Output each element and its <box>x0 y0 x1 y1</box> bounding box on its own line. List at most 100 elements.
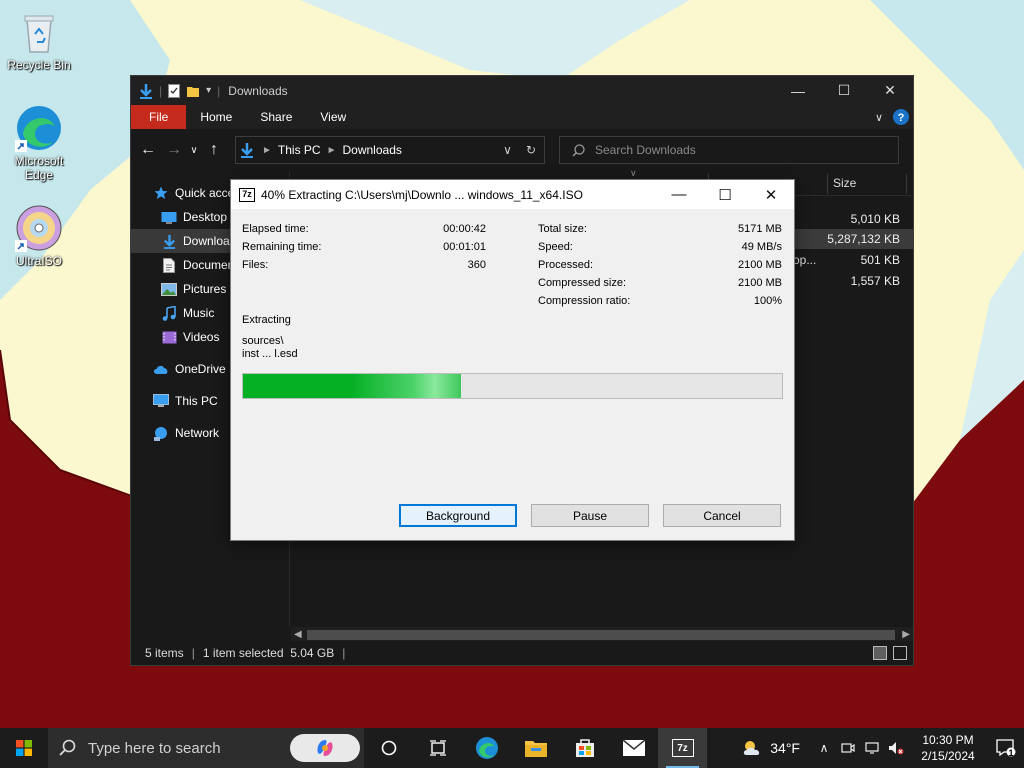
refresh-icon[interactable]: ↻ <box>526 143 536 157</box>
scrollbar-thumb[interactable] <box>307 630 895 640</box>
taskbar-mail-button[interactable] <box>609 728 658 768</box>
svg-text:?: ? <box>898 112 905 124</box>
taskbar: Type here to search 7z 34°F ∧ 10:30 PM 2… <box>0 728 1024 768</box>
file-size: 5,010 KB <box>850 212 900 226</box>
background-button[interactable]: Background <box>399 504 517 527</box>
desktop-icon-microsoft-edge[interactable]: Microsoft Edge <box>4 104 74 182</box>
column-divider <box>906 174 907 194</box>
cloud-icon <box>153 361 169 377</box>
dialog-minimize-button[interactable]: — <box>656 180 702 209</box>
desktop-icon-ultraiso[interactable]: UltraISO <box>4 204 74 268</box>
desktop-folder-icon <box>161 209 177 225</box>
download-arrow-icon <box>241 143 253 158</box>
file-explorer-icon <box>524 741 547 757</box>
nav-item-label: This PC <box>175 394 218 408</box>
copilot-button[interactable] <box>290 734 360 762</box>
recent-locations-button[interactable]: ∨ <box>187 137 201 163</box>
details-view-icon[interactable] <box>873 646 887 660</box>
item-count: 5 items <box>145 646 184 660</box>
show-hidden-icons-button[interactable]: ∧ <box>812 741 836 755</box>
elapsed-time-label: Elapsed time: <box>242 223 309 235</box>
back-button[interactable]: ← <box>135 137 161 163</box>
speed-value: 49 MB/s <box>741 241 782 253</box>
dialog-close-button[interactable]: ✕ <box>748 180 794 209</box>
address-history-icon[interactable]: ∨ <box>503 143 512 157</box>
search-box[interactable] <box>559 136 899 164</box>
up-button[interactable]: ↑ <box>201 137 227 163</box>
minimize-button[interactable]: — <box>775 76 821 105</box>
pictures-icon <box>161 281 177 297</box>
processed-value: 2100 MB <box>737 259 782 271</box>
dialog-title: 40% Extracting C:\Users\mj\Downlo ... wi… <box>261 187 583 202</box>
explorer-titlebar[interactable]: | ▾ | Downloads — ☐ ✕ <box>131 76 913 105</box>
operation-label: Extracting <box>242 314 291 326</box>
taskbar-file-explorer-button[interactable] <box>511 728 560 768</box>
mail-icon <box>622 739 645 756</box>
files-label: Files: <box>242 259 269 271</box>
help-icon[interactable]: ? <box>893 109 909 125</box>
tab-share[interactable]: Share <box>246 105 306 129</box>
column-header-size[interactable]: Size <box>833 176 856 190</box>
computer-icon <box>153 393 169 409</box>
system-tray: 34°F ∧ 10:30 PM 2/15/2024 1 <box>732 728 1024 768</box>
maximize-button[interactable]: ☐ <box>821 76 867 105</box>
address-bar[interactable]: ► This PC ► Downloads ∨ ↻ <box>235 136 545 164</box>
search-input[interactable] <box>595 143 875 157</box>
file-size: 1,557 KB <box>850 274 900 288</box>
notification-center-button[interactable]: 1 <box>988 739 1024 758</box>
search-icon <box>59 739 76 756</box>
elapsed-time-value: 00:00:42 <box>443 223 486 235</box>
weather-widget[interactable]: 34°F <box>732 738 812 758</box>
properties-icon[interactable] <box>168 83 181 98</box>
desktop-icon-recycle-bin[interactable]: Recycle Bin <box>4 8 74 72</box>
chevron-right-icon: ► <box>326 144 337 156</box>
taskbar-store-button[interactable] <box>560 728 609 768</box>
breadcrumb-this-pc[interactable]: This PC <box>278 143 321 157</box>
task-view-button[interactable] <box>364 728 413 768</box>
cancel-button[interactable]: Cancel <box>663 504 781 527</box>
widgets-button[interactable] <box>413 728 462 768</box>
7zip-icon: 7z <box>239 187 255 202</box>
tab-file[interactable]: File <box>131 105 187 129</box>
network-icon[interactable] <box>860 742 884 754</box>
taskbar-edge-button[interactable] <box>462 728 511 768</box>
breadcrumb-downloads[interactable]: Downloads <box>343 143 402 157</box>
compressed-size-value: 2100 MB <box>737 277 782 289</box>
start-button[interactable] <box>0 728 48 768</box>
nav-item-label: Pictures <box>183 282 227 296</box>
extraction-progress-bar <box>242 373 783 399</box>
speaker-muted-icon[interactable] <box>884 741 908 755</box>
taskbar-7zip-button[interactable]: 7z <box>658 728 707 768</box>
partly-cloudy-icon <box>744 741 760 755</box>
expand-ribbon-icon[interactable]: ∨ <box>875 111 883 124</box>
dialog-maximize-button[interactable]: ☐ <box>702 180 748 209</box>
quick-access-toolbar: | ▾ | <box>131 83 220 99</box>
tab-home[interactable]: Home <box>186 105 246 129</box>
camera-icon[interactable] <box>836 742 860 754</box>
large-icons-view-icon[interactable] <box>893 646 907 660</box>
close-button[interactable]: ✕ <box>867 76 913 105</box>
customize-toolbar-icon[interactable]: ▾ <box>206 85 211 96</box>
copilot-icon <box>317 740 333 756</box>
new-folder-icon[interactable] <box>186 84 200 98</box>
remaining-time-value: 00:01:01 <box>443 241 486 253</box>
pause-button[interactable]: Pause <box>531 504 649 527</box>
forward-button[interactable]: → <box>161 137 187 163</box>
taskbar-search-box[interactable]: Type here to search <box>48 728 364 768</box>
column-divider-icon: ∨ <box>630 168 637 178</box>
videos-icon <box>161 329 177 345</box>
file-name: op... <box>793 253 817 267</box>
extraction-progress-dialog: 7z 40% Extracting C:\Users\mj\Downlo ...… <box>230 179 795 541</box>
scroll-left-icon[interactable]: ◀ <box>294 629 302 640</box>
ultraiso-icon <box>15 204 63 252</box>
chevron-right-icon: ► <box>262 144 272 156</box>
dialog-titlebar[interactable]: 7z 40% Extracting C:\Users\mj\Downlo ...… <box>231 180 794 209</box>
processed-label: Processed: <box>538 259 594 271</box>
files-value: 360 <box>467 259 486 271</box>
recycle-bin-icon <box>15 8 63 56</box>
clock[interactable]: 10:30 PM 2/15/2024 <box>908 732 988 764</box>
scroll-right-icon[interactable]: ▶ <box>902 629 910 640</box>
total-size-label: Total size: <box>538 223 587 235</box>
tab-view[interactable]: View <box>306 105 360 129</box>
explorer-window-title: Downloads <box>228 83 288 98</box>
